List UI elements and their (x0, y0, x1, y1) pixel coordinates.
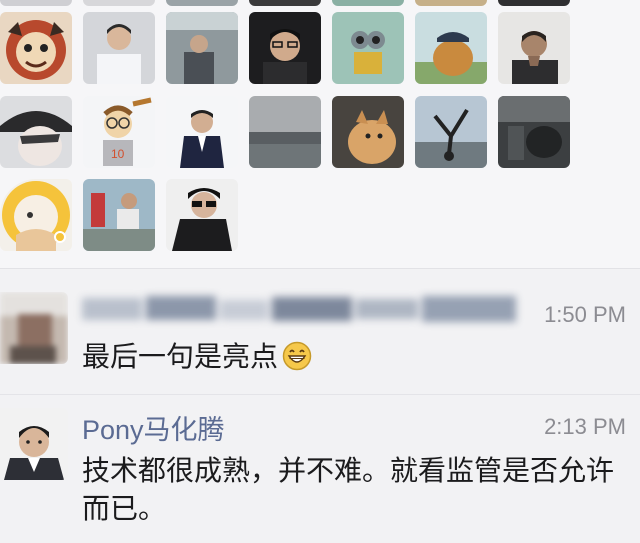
comment-time: 2:13 PM (544, 414, 626, 439)
commenter-name-blurred[interactable] (82, 294, 516, 324)
avatar-strip (166, 0, 238, 6)
avatar-strip (83, 0, 155, 6)
avatar-cartoon-baseball[interactable]: 10 (83, 96, 155, 168)
avatar-man-hand-chin[interactable] (498, 12, 570, 84)
comment-text: 最后一句是亮点 (82, 338, 620, 376)
avatar-anime-hat[interactable] (0, 96, 72, 168)
commenter-name[interactable]: Pony马化腾 (82, 408, 225, 447)
comment-time: 1:50 PM (544, 302, 626, 327)
avatar-strip (332, 0, 404, 6)
comment-divider (0, 394, 640, 395)
avatar-strip (498, 0, 570, 6)
avatar-man-suit[interactable] (166, 96, 238, 168)
avatar-man-squatting[interactable] (83, 179, 155, 251)
comment-item: Pony马化腾 2:13 PM 技术都很成熟，并不难。就看监管是否允许而已。 (0, 400, 640, 543)
svg-text:10: 10 (111, 147, 125, 161)
avatar-strip (415, 0, 487, 6)
avatar-strip (249, 0, 321, 6)
avatar-robot-toy[interactable] (332, 12, 404, 84)
avatar-monkey-art[interactable] (0, 12, 72, 84)
comment-text: 技术都很成熟，并不难。就看监管是否允许而已。 (82, 454, 615, 525)
comment-text-content: 最后一句是亮点 (82, 340, 279, 373)
avatar-man-office[interactable] (166, 12, 238, 84)
commenter-avatar-blurred[interactable] (0, 292, 68, 364)
avatar-man-glasses-dark[interactable] (249, 12, 321, 84)
avatar-man-white-shirt[interactable] (83, 12, 155, 84)
avatar-dog-fluffy[interactable] (332, 96, 404, 168)
avatar-breakdance[interactable] (415, 96, 487, 168)
likes-panel: 10 (0, 0, 640, 268)
avatar-landscape[interactable] (249, 96, 321, 168)
section-divider (0, 268, 640, 269)
commenter-avatar-pony[interactable] (0, 408, 68, 480)
avatar-dog-cap[interactable] (415, 12, 487, 84)
avatar-baby[interactable] (0, 179, 72, 251)
avatar-strip (0, 0, 72, 6)
avatar-man-sunglasses[interactable] (166, 179, 238, 251)
grin-emoji (282, 341, 312, 371)
avatar-dark-scene[interactable] (498, 96, 570, 168)
comment-item: 1:50 PM 最后一句是亮点 (0, 282, 640, 392)
